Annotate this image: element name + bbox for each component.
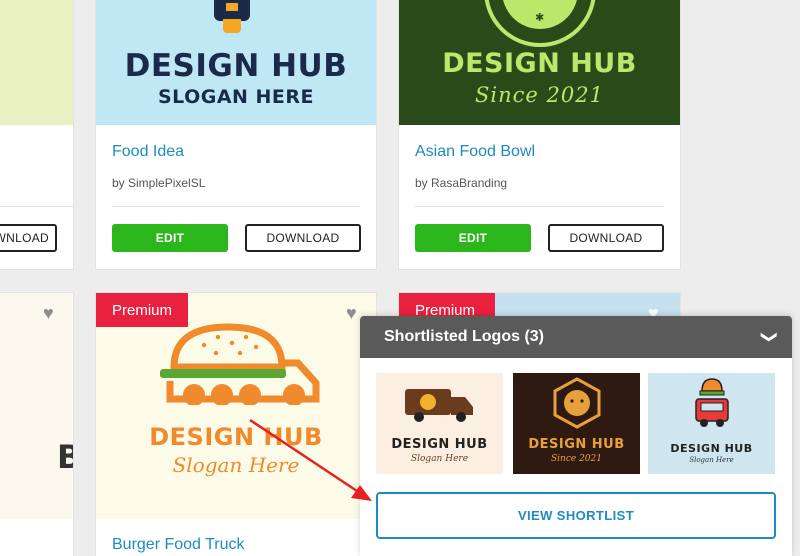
card-author[interactable]: by RasaBranding	[415, 176, 507, 190]
bulb-base-icon	[223, 19, 241, 33]
shortlist-logo-3[interactable]: DESIGN HUB Slogan Here	[648, 373, 775, 474]
lion-emblem-icon	[553, 377, 601, 429]
download-button[interactable]: DOWNLOAD	[0, 224, 57, 252]
logo-thumbnail[interactable]: B	[0, 293, 73, 519]
card-title[interactable]: Burger Food Truck	[112, 536, 245, 554]
chevron-down-icon[interactable]: ❯	[759, 330, 779, 343]
card-divider	[112, 206, 360, 207]
card-author[interactable]: by SimplePixelSL	[112, 176, 205, 190]
burger-truck-icon	[160, 323, 320, 405]
logo-text-fragment: B	[57, 441, 73, 473]
logo-gallery-page: DOWNLOAD B ♥ DESIGN HUB SLOGAN HERE Food…	[0, 0, 800, 556]
logo-line-1: DESIGN HUB	[391, 437, 488, 452]
logo-thumbnail[interactable]: ✱ DESIGN HUB Since 2021	[399, 0, 680, 125]
logo-card[interactable]: DESIGN HUB SLOGAN HERE Food Idea by Simp…	[95, 0, 377, 270]
logo-line-1: DESIGN HUB	[149, 423, 323, 451]
logo-line-2: Slogan Here	[689, 456, 734, 464]
card-divider	[0, 206, 73, 207]
shortlist-title: Shortlisted Logos (3)	[384, 328, 544, 345]
logo-line-1: DESIGN HUB	[124, 48, 348, 84]
bowl-emblem-icon: ✱	[484, 0, 596, 47]
heart-icon[interactable]: ♥	[43, 303, 54, 324]
logo-line-1: DESIGN HUB	[670, 442, 753, 455]
shortlist-panel: Shortlisted Logos (3) ❯ DESIGN HUB Sloga…	[360, 316, 792, 556]
shortlist-logo-1[interactable]: DESIGN HUB Slogan Here	[376, 373, 503, 474]
premium-badge: Premium	[96, 293, 189, 327]
edit-button[interactable]: EDIT	[112, 224, 228, 252]
logo-line-1: DESIGN HUB	[528, 437, 625, 452]
edit-button[interactable]: EDIT	[415, 224, 531, 252]
heart-icon[interactable]: ♥	[346, 303, 357, 324]
burger-car-icon	[695, 378, 729, 427]
logo-line-2: Slogan Here	[172, 453, 300, 477]
logo-line-2: Slogan Here	[410, 454, 469, 464]
logo-card-partial-left-top[interactable]: DOWNLOAD	[0, 0, 74, 270]
view-shortlist-button[interactable]: VIEW SHORTLIST	[376, 492, 776, 539]
card-title[interactable]: Asian Food Bowl	[415, 143, 535, 161]
card-title[interactable]: Food Idea	[112, 143, 184, 161]
shortlist-logo-2[interactable]: DESIGN HUB Since 2021	[513, 373, 640, 474]
logo-line-2: SLOGAN HERE	[157, 86, 315, 108]
logo-line-1: DESIGN HUB	[442, 48, 637, 79]
logo-card-partial-left-bottom[interactable]: B ♥	[0, 292, 74, 556]
logo-card[interactable]: ✱ DESIGN HUB Since 2021 Asian Food Bowl …	[398, 0, 681, 270]
shortlist-panel-header[interactable]: Shortlisted Logos (3) ❯	[360, 316, 792, 358]
download-button[interactable]: DOWNLOAD	[548, 224, 664, 252]
logo-thumbnail[interactable]	[0, 0, 73, 125]
logo-card[interactable]: DESIGN HUB Slogan Here Premium ♥ Burger …	[95, 292, 377, 556]
logo-line-2: Since 2021	[475, 83, 604, 107]
logo-line-2: Since 2021	[551, 454, 602, 464]
food-truck-icon	[405, 389, 473, 422]
download-button[interactable]: DOWNLOAD	[245, 224, 361, 252]
card-divider	[415, 206, 664, 207]
logo-thumbnail[interactable]: DESIGN HUB SLOGAN HERE	[96, 0, 376, 125]
lightbulb-icon	[214, 0, 250, 21]
